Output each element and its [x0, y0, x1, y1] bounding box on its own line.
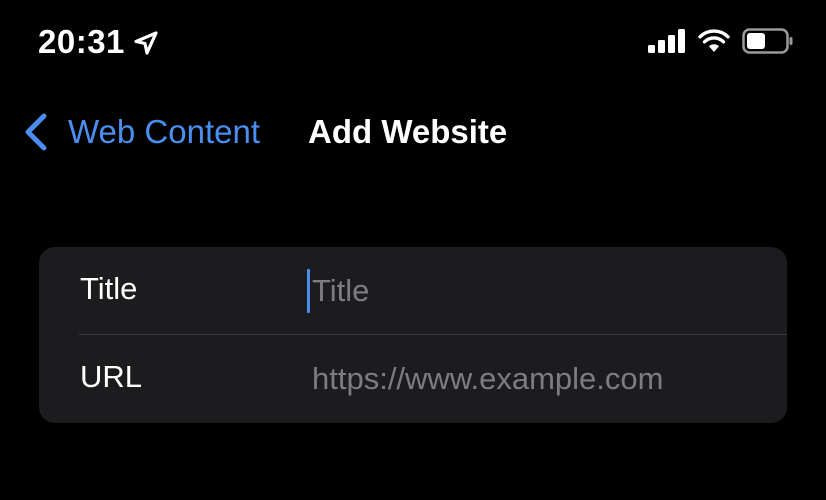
url-row: URL — [39, 335, 787, 423]
title-label: Title — [80, 271, 138, 306]
url-label: URL — [80, 359, 143, 394]
title-input[interactable] — [309, 269, 772, 313]
screen: 20:31 Web Content Add Website Title Titl… — [0, 0, 826, 500]
page-title: Add Website — [308, 113, 508, 150]
wifi-icon — [698, 29, 730, 58]
status-time: 20:31 — [38, 23, 125, 60]
chevron-left-icon — [22, 110, 50, 154]
navigation-bar: Web Content Add Website — [0, 100, 826, 166]
time-group: 20:31 — [38, 22, 159, 62]
website-form: Title URL — [39, 247, 787, 423]
status-icons — [648, 28, 794, 59]
back-button-label: Web Content — [68, 113, 261, 150]
battery-icon — [742, 28, 794, 59]
location-arrow-icon — [133, 30, 159, 56]
title-row: Title — [39, 247, 787, 335]
back-button[interactable]: Web Content — [22, 110, 260, 154]
cellular-signal-icon — [648, 29, 686, 58]
status-bar: 20:31 — [0, 0, 826, 86]
url-input[interactable] — [309, 357, 772, 401]
